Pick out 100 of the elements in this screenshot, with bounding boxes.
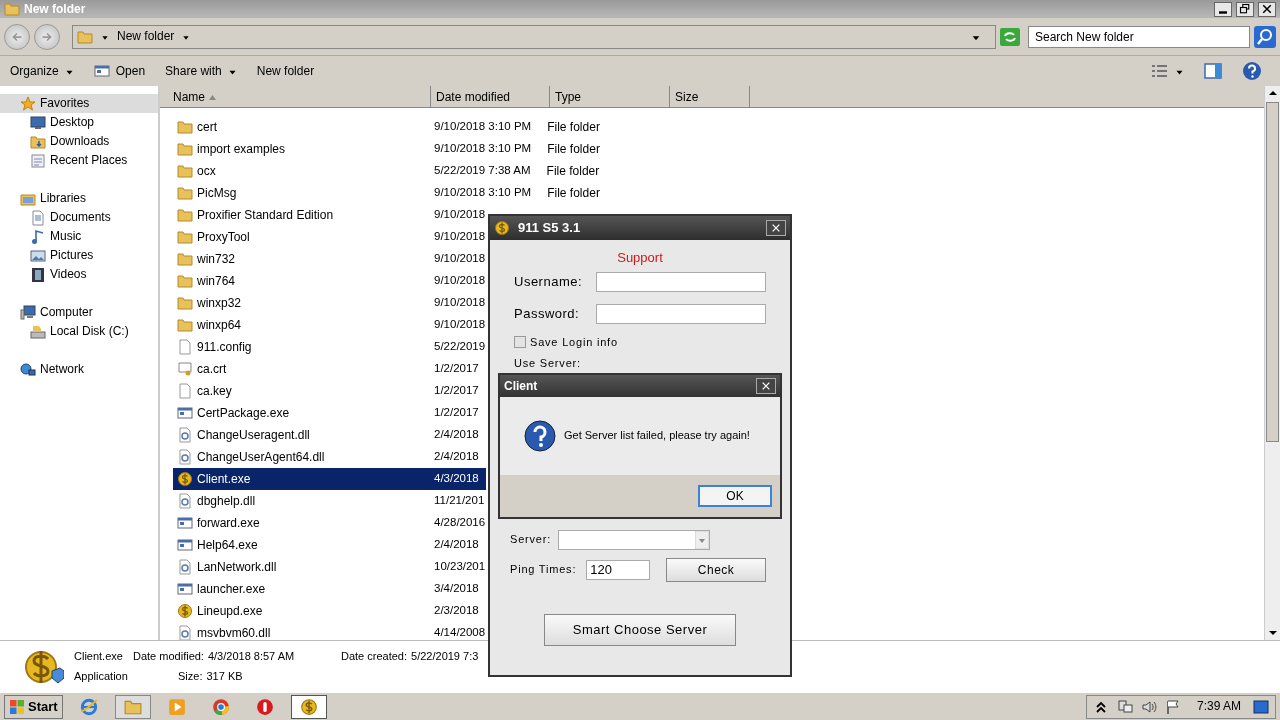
documents-icon <box>30 209 46 226</box>
sidebar-item[interactable]: Computer <box>0 303 158 322</box>
search-field[interactable]: Search New folder <box>1028 25 1250 48</box>
date-modified: 2/4/2018 <box>434 428 479 442</box>
password-field[interactable] <box>596 303 766 324</box>
date-modified: 9/10/2018 <box>434 208 486 222</box>
sidebar-item[interactable]: Pictures <box>0 246 158 265</box>
save-login-checkbox[interactable] <box>514 336 526 349</box>
menu-button[interactable]: Share with <box>159 59 243 83</box>
date-modified: 1/2/2017 <box>434 406 479 420</box>
column-header[interactable]: Date modified <box>431 86 550 108</box>
file-row[interactable]: Proxifier Standard Edition 9/10/2018 <box>173 204 486 226</box>
file-row[interactable]: 911.config 5/22/2019 <box>173 336 486 358</box>
open-button[interactable]: Open <box>87 59 152 83</box>
scroll-bar[interactable] <box>1264 86 1280 640</box>
refresh-button[interactable] <box>1000 27 1020 46</box>
field-label: Date modified: <box>133 650 204 664</box>
ping-times-field[interactable]: 120 <box>586 559 651 580</box>
file-row[interactable]: LanNetwork.dll 10/23/201 <box>173 556 486 578</box>
window-icon <box>177 537 193 553</box>
file-row[interactable]: ProxyTool 9/10/2018 <box>173 226 486 248</box>
file-name: ChangeUserAgent64.dll <box>197 449 325 465</box>
field-label: Password: <box>514 305 581 322</box>
search-button[interactable] <box>1254 25 1276 48</box>
folder-icon <box>177 295 193 311</box>
sidebar-item[interactable]: Libraries <box>0 189 158 208</box>
file-row[interactable]: forward.exe 4/28/2016 <box>173 512 486 534</box>
file-row[interactable]: Help64.exe 2/4/2018 <box>173 534 479 556</box>
maximize-button[interactable] <box>1236 1 1254 17</box>
folder-icon <box>177 185 193 201</box>
date-modified: 5/22/2019 7:38 AM <box>434 164 531 178</box>
start-button[interactable]: Start <box>4 694 63 719</box>
file-name: ca.crt <box>197 361 227 377</box>
support-link[interactable]: Support <box>514 250 766 266</box>
file-name: LanNetwork.dll <box>197 559 277 575</box>
field-label: Username: <box>514 273 584 290</box>
recent-places-icon <box>30 152 46 169</box>
file-row[interactable]: cert 9/10/2018 3:10 PM File folder <box>173 116 600 138</box>
date-modified: 11/21/201 <box>434 494 485 508</box>
sidebar-item[interactable]: Network <box>0 360 158 379</box>
back-button[interactable] <box>4 23 30 50</box>
breadcrumb[interactable]: New folder <box>117 29 175 44</box>
gear-document-icon <box>177 449 193 465</box>
file-name: win764 <box>197 273 236 289</box>
sidebar-item[interactable]: Documents <box>0 208 158 227</box>
close-button[interactable] <box>756 378 776 394</box>
file-row[interactable]: win732 9/10/2018 <box>173 248 486 270</box>
date-modified: 9/10/2018 <box>434 252 486 266</box>
folder-icon <box>177 317 193 333</box>
server-dropdown[interactable] <box>558 529 710 550</box>
pictures-icon <box>30 247 46 264</box>
sidebar-item[interactable]: Videos <box>0 265 158 284</box>
taskbar-button[interactable] <box>290 694 327 719</box>
sidebar-item[interactable]: Music <box>0 227 158 246</box>
column-header[interactable]: Name <box>161 86 431 108</box>
file-name: ocx <box>197 163 216 179</box>
file-name: ca.key <box>197 383 232 399</box>
dialog-title: 911 S5 3.1 <box>518 220 582 236</box>
menu-button[interactable]: Organize <box>4 59 80 83</box>
toolbar-button[interactable]: New folder <box>250 59 321 83</box>
file-name: Help64.exe <box>197 537 258 553</box>
sidebar-item[interactable]: Downloads <box>0 132 158 151</box>
column-header[interactable]: Type <box>550 86 670 108</box>
file-row[interactable]: winxp32 9/10/2018 <box>173 292 486 314</box>
username-field[interactable] <box>596 271 766 292</box>
field-label: Server: <box>510 533 553 547</box>
check-button[interactable]: Check <box>666 557 766 582</box>
downloads-folder-icon <box>30 133 46 150</box>
date-modified: 3/4/2018 <box>434 582 479 596</box>
sidebar-item[interactable]: Desktop <box>0 113 158 132</box>
browser-icon <box>79 697 98 716</box>
date-modified: 2/4/2018 <box>434 450 479 464</box>
sidebar-item[interactable]: Recent Places <box>0 151 158 170</box>
forward-button[interactable] <box>34 23 60 50</box>
file-row[interactable]: ChangeUserAgent64.dll 2/4/2018 <box>173 446 479 468</box>
file-row[interactable]: ChangeUseragent.dll 2/4/2018 <box>173 424 479 446</box>
file-row[interactable]: win764 9/10/2018 <box>173 270 486 292</box>
close-button[interactable] <box>766 220 786 236</box>
file-row[interactable]: ocx 5/22/2019 7:38 AM File folder <box>173 160 600 182</box>
ok-button[interactable]: OK <box>698 485 772 507</box>
file-row[interactable]: launcher.exe 3/4/2018 <box>173 578 479 600</box>
file-row[interactable]: PicMsg 9/10/2018 3:10 PM File folder <box>173 182 600 204</box>
minimize-button[interactable] <box>1214 1 1232 17</box>
file-row[interactable]: Client.exe 4/3/2018 <box>173 468 486 490</box>
file-row[interactable]: Lineupd.exe 2/3/2018 <box>173 600 479 622</box>
document-icon <box>177 339 193 355</box>
coin-icon <box>494 220 510 236</box>
file-row[interactable]: msvbvm60.dll 4/14/2008 <box>173 622 486 644</box>
address-bar[interactable]: New folder <box>72 24 996 49</box>
file-row[interactable]: ca.crt 1/2/2017 <box>173 358 479 380</box>
close-button[interactable] <box>1258 1 1276 17</box>
file-row[interactable]: winxp64 9/10/2018 <box>173 314 486 336</box>
file-row[interactable]: CertPackage.exe 1/2/2017 <box>173 402 479 424</box>
file-row[interactable]: ca.key 1/2/2017 <box>173 380 479 402</box>
file-row[interactable]: import examples 9/10/2018 3:10 PM File folder <box>173 138 600 160</box>
sidebar-item[interactable]: Favorites <box>0 94 158 113</box>
file-row[interactable]: dbghelp.dll 11/21/201 <box>173 490 485 512</box>
column-header[interactable]: Size <box>670 86 750 108</box>
sidebar-item[interactable]: Local Disk (C:) <box>0 322 158 341</box>
smart-choose-server-button[interactable]: Smart Choose Server <box>544 613 736 646</box>
